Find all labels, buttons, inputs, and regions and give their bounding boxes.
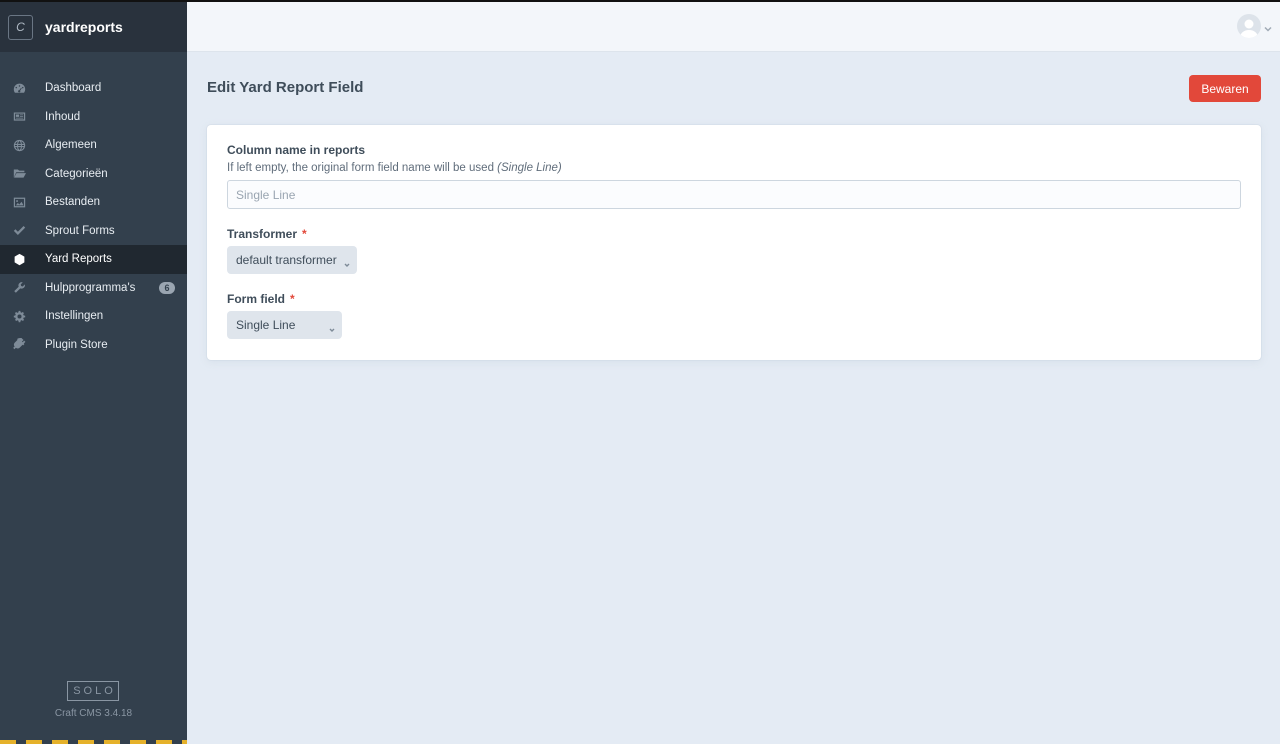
nav-item-bestanden[interactable]: Bestanden [0, 188, 187, 217]
nav-label: Yard Reports [45, 253, 112, 266]
check-icon [11, 223, 27, 239]
notification-badge: 6 [159, 281, 175, 294]
gauge-icon [11, 80, 27, 96]
nav-item-hulpprogrammas[interactable]: Hulpprogramma's 6 [0, 274, 187, 303]
nav-label: Dashboard [45, 82, 102, 95]
column-name-input[interactable] [227, 180, 1241, 209]
user-avatar-icon [1237, 14, 1261, 38]
instructions-text: If left empty, the original form field n… [227, 162, 498, 174]
app-version: Craft CMS 3.4.18 [54, 708, 133, 719]
form-field-selected-value: Single Line [236, 318, 296, 332]
site-logo-icon[interactable]: C [8, 14, 33, 40]
newspaper-icon [11, 109, 27, 125]
transformer-select[interactable]: default transformer [227, 246, 357, 274]
chevron-down-icon [329, 322, 335, 332]
main-nav: Dashboard Inhoud Algemeen Categorieën Be… [0, 74, 187, 359]
nav-item-instellingen[interactable]: Instellingen [0, 302, 187, 331]
field-settings-card: Column name in reports If left empty, th… [207, 125, 1261, 360]
column-name-instructions: If left empty, the original form field n… [227, 162, 562, 174]
instructions-emphasis: (Single Line) [497, 162, 562, 174]
nav-label: Plugin Store [45, 338, 108, 351]
nav-item-categorieen[interactable]: Categorieën [0, 160, 187, 189]
sidebar: C yardreports Dashboard Inhoud Algemeen [0, 0, 187, 744]
plug-icon [11, 337, 27, 353]
nav-label: Instellingen [45, 310, 104, 323]
form-field-label-text: Form field [227, 292, 286, 306]
folder-icon [11, 166, 27, 182]
site-name[interactable]: yardreports [45, 19, 123, 35]
nav-item-inhoud[interactable]: Inhoud [0, 103, 187, 132]
transformer-label: Transformer * [227, 227, 307, 241]
transformer-selected-value: default transformer [236, 253, 337, 267]
nav-label: Hulpprogramma's [45, 281, 136, 294]
nav-label: Sprout Forms [45, 224, 115, 237]
nav-item-dashboard[interactable]: Dashboard [0, 74, 187, 103]
wrench-icon [11, 280, 27, 296]
edition-badge[interactable]: SOLO [67, 681, 119, 701]
top-bar [187, 0, 1280, 52]
site-logo-letter: C [16, 20, 25, 34]
required-indicator: * [290, 292, 295, 306]
image-icon [11, 194, 27, 210]
form-field-label: Form field * [227, 292, 295, 306]
nav-label: Algemeen [45, 139, 97, 152]
transformer-label-text: Transformer [227, 227, 298, 241]
nav-label: Inhoud [45, 110, 81, 123]
dev-mode-stripe [0, 740, 187, 744]
account-menu-button[interactable] [1237, 14, 1272, 38]
nav-item-sprout-forms[interactable]: Sprout Forms [0, 217, 187, 246]
nav-item-plugin-store[interactable]: Plugin Store [0, 331, 187, 360]
required-indicator: * [302, 227, 307, 241]
form-field-select[interactable]: Single Line [227, 311, 342, 339]
hexagon-icon [11, 251, 27, 267]
page-title: Edit Yard Report Field [207, 79, 364, 96]
nav-item-yard-reports[interactable]: Yard Reports [0, 245, 187, 274]
globe-icon [11, 137, 27, 153]
nav-label: Categorieën [45, 167, 108, 180]
chevron-down-icon [1264, 22, 1272, 32]
chevron-down-icon [344, 257, 350, 267]
save-button[interactable]: Bewaren [1189, 75, 1261, 102]
site-header: C yardreports [0, 0, 187, 52]
nav-label: Bestanden [45, 196, 100, 209]
nav-item-algemeen[interactable]: Algemeen [0, 131, 187, 160]
column-name-label: Column name in reports [227, 143, 366, 157]
cog-icon [11, 308, 27, 324]
